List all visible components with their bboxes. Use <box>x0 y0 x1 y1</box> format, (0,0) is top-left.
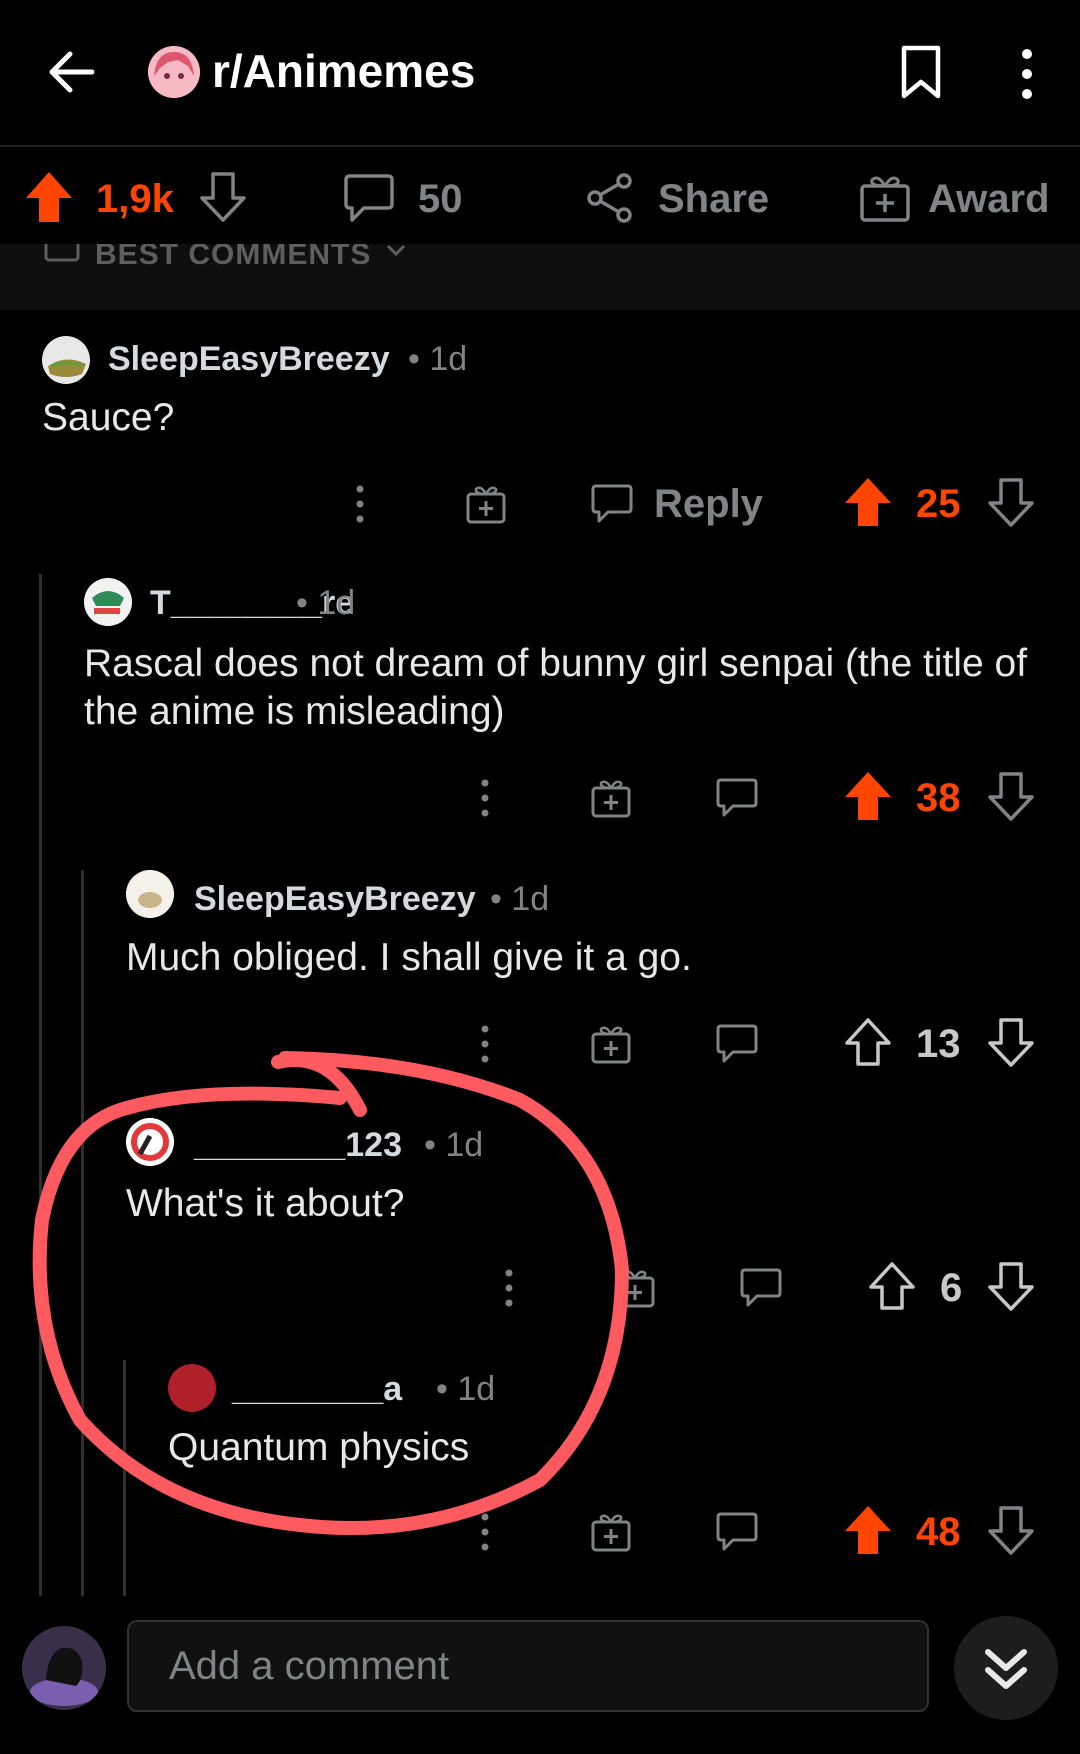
bookmark-icon[interactable] <box>898 44 944 100</box>
comment-placeholder: Add a comment <box>169 1644 450 1688</box>
add-comment-input[interactable]: Add a comment <box>127 1620 929 1712</box>
avatar[interactable] <box>84 578 132 626</box>
more-vertical-icon[interactable] <box>501 1268 517 1308</box>
reply-icon[interactable] <box>715 776 759 820</box>
next-comment-button[interactable] <box>954 1616 1058 1720</box>
sort-label[interactable]: BEST COMMENTS <box>95 244 371 272</box>
downvote-icon[interactable] <box>986 770 1036 822</box>
award-button[interactable]: Award <box>928 177 1050 222</box>
share-button[interactable]: Share <box>658 177 769 222</box>
avatar[interactable] <box>42 336 90 384</box>
reply-icon[interactable] <box>715 1022 759 1066</box>
thread-line[interactable] <box>123 1360 126 1604</box>
upvote-filled-icon[interactable] <box>843 476 893 528</box>
award-gift-icon[interactable] <box>589 1022 633 1066</box>
reply-icon[interactable] <box>715 1510 759 1554</box>
subreddit-title[interactable]: r/Animemes <box>212 44 475 98</box>
avatar[interactable] <box>126 870 174 918</box>
comment-body: Quantum physics <box>168 1426 470 1469</box>
post-score: 1,9k <box>96 177 174 221</box>
user-avatar[interactable] <box>22 1626 106 1710</box>
more-vertical-icon[interactable] <box>1012 48 1042 100</box>
comment-score: 48 <box>916 1510 961 1554</box>
comment-author[interactable]: ________123 <box>194 1126 402 1165</box>
subreddit-avatar[interactable] <box>148 46 200 98</box>
downvote-icon[interactable] <box>198 170 248 224</box>
comment-author[interactable]: ________a <box>232 1370 402 1409</box>
upvote-icon[interactable] <box>867 1260 917 1312</box>
comment-count[interactable]: 50 <box>418 177 463 222</box>
sort-icon <box>44 244 80 262</box>
comment-score: 6 <box>940 1266 963 1310</box>
award-gift-icon[interactable] <box>589 1510 633 1554</box>
more-vertical-icon[interactable] <box>477 778 493 818</box>
sort-strip[interactable]: BEST COMMENTS <box>0 244 1080 310</box>
downvote-icon[interactable] <box>986 1016 1036 1068</box>
comment-age: • 1d <box>408 340 468 378</box>
comment-age: • 1d <box>436 1370 496 1408</box>
comment-age: • 1d <box>490 880 550 918</box>
more-vertical-icon[interactable] <box>477 1024 493 1064</box>
comment-score: 38 <box>916 776 961 820</box>
comment-score: 25 <box>916 482 961 526</box>
comment-body: What's it about? <box>126 1182 405 1225</box>
upvote-icon[interactable] <box>843 1016 893 1068</box>
comment-body: Much obliged. I shall give it a go. <box>126 936 692 979</box>
comment-score: 13 <box>916 1022 961 1066</box>
downvote-icon[interactable] <box>986 1504 1036 1556</box>
award-gift-icon[interactable] <box>589 776 633 820</box>
share-icon[interactable] <box>584 172 636 224</box>
thread-line[interactable] <box>39 574 42 1604</box>
comment-age: • 1d <box>296 584 356 622</box>
comment-body: Sauce? <box>42 396 175 439</box>
avatar[interactable] <box>126 1118 174 1166</box>
comment-icon[interactable] <box>342 172 396 224</box>
upvote-filled-icon[interactable] <box>24 170 74 224</box>
comment-author[interactable]: SleepEasyBreezy <box>108 340 390 379</box>
reply-icon[interactable] <box>590 482 634 526</box>
more-vertical-icon[interactable] <box>352 484 368 524</box>
comment-body: Rascal does not dream of bunny girl senp… <box>84 642 1028 733</box>
thread-line[interactable] <box>81 870 84 1604</box>
upvote-filled-icon[interactable] <box>843 1504 893 1556</box>
chevron-down-icon <box>386 244 406 257</box>
upvote-filled-icon[interactable] <box>843 770 893 822</box>
reply-button[interactable]: Reply <box>654 482 763 527</box>
award-gift-icon[interactable] <box>858 172 912 224</box>
award-gift-icon[interactable] <box>613 1266 657 1310</box>
more-vertical-icon[interactable] <box>477 1512 493 1552</box>
downvote-icon[interactable] <box>986 1260 1036 1312</box>
avatar[interactable] <box>168 1364 216 1412</box>
back-arrow-icon[interactable] <box>42 42 102 102</box>
double-chevron-down-icon <box>985 1649 1027 1689</box>
comment-author[interactable]: SleepEasyBreezy <box>194 880 476 919</box>
reply-icon[interactable] <box>739 1266 783 1310</box>
comment-age: • 1d <box>424 1126 484 1164</box>
award-gift-icon[interactable] <box>464 482 508 526</box>
downvote-icon[interactable] <box>986 476 1036 528</box>
